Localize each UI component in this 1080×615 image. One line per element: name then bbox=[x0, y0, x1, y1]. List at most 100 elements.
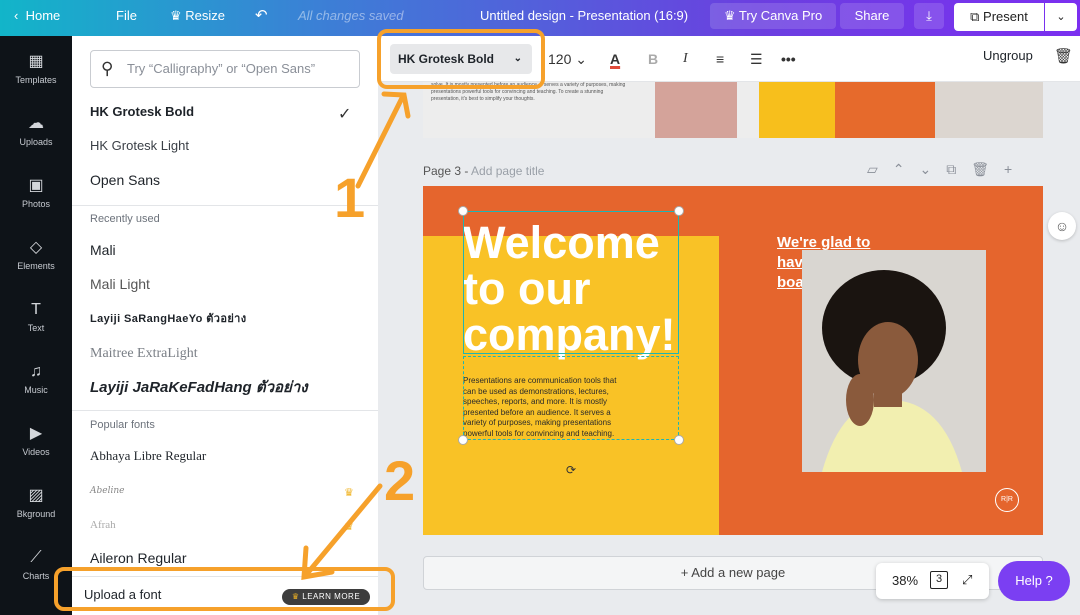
font-item-abhaya-libre[interactable]: Abhaya Libre Regular bbox=[90, 444, 360, 468]
group-selection-box bbox=[463, 356, 679, 440]
italic-icon[interactable]: I bbox=[683, 48, 688, 70]
crown-icon: ♛ bbox=[723, 8, 736, 23]
divider bbox=[72, 410, 378, 411]
zoom-level[interactable]: 38% bbox=[892, 573, 918, 588]
font-size-dropdown[interactable]: 120 ⌄ bbox=[548, 48, 587, 70]
font-item-maitree-extralight[interactable]: Maitree ExtraLight bbox=[90, 342, 360, 366]
highlight-font-dropdown bbox=[377, 29, 545, 89]
chevron-down-icon: ⌄ bbox=[1056, 11, 1066, 23]
ungroup-button[interactable]: Ungroup bbox=[983, 48, 1033, 63]
chevron-down-icon: ⌄ bbox=[575, 51, 587, 67]
photos-icon: ▣ bbox=[28, 177, 44, 194]
popular-fonts-label: Popular fonts bbox=[90, 419, 155, 431]
logo-badge: R|R bbox=[995, 488, 1019, 512]
nav-videos[interactable]: ▶ Videos bbox=[0, 424, 72, 457]
nav-text[interactable]: T Text bbox=[0, 300, 72, 333]
resize-button[interactable]: ♛ Resize bbox=[170, 0, 225, 31]
try-canva-pro-button[interactable]: ♛ Try Canva Pro bbox=[710, 3, 836, 29]
photo-thumbnail bbox=[935, 82, 1043, 138]
font-item-afrah[interactable]: Afrah bbox=[90, 513, 360, 537]
page-3-header: Page 3 - Add page title bbox=[423, 164, 545, 178]
nav-photos[interactable]: ▣ Photos bbox=[0, 176, 72, 209]
upload-cloud-icon: ☁ bbox=[28, 115, 44, 132]
font-search-input[interactable]: ⚲ Try “Calligraphy” or “Open Sans” bbox=[90, 50, 360, 88]
zoom-controls: 38% 3 ⤢ bbox=[876, 563, 989, 599]
resize-handle[interactable] bbox=[674, 435, 684, 445]
templates-icon: ▦ bbox=[28, 53, 44, 70]
save-status: All changes saved bbox=[298, 8, 404, 23]
add-comment-icon[interactable]: ☺ bbox=[1048, 212, 1076, 240]
portrait-illustration bbox=[802, 250, 986, 472]
font-panel: ⚲ Try “Calligraphy” or “Open Sans” HK Gr… bbox=[72, 36, 378, 615]
font-item-mali[interactable]: Mali bbox=[90, 238, 360, 262]
elements-icon: ◇ bbox=[29, 239, 43, 256]
font-item-abeline[interactable]: Abeline bbox=[90, 479, 360, 503]
resize-handle[interactable] bbox=[458, 435, 468, 445]
duplicate-icon[interactable]: ⧉ bbox=[946, 161, 971, 177]
page-actions: ▱⌃⌄⧉🗑+ bbox=[867, 161, 1027, 178]
text-color-icon[interactable]: A bbox=[610, 48, 620, 70]
chevron-up-icon[interactable]: ⌃ bbox=[893, 161, 920, 177]
step-number-two: 2 bbox=[384, 449, 416, 512]
nav-background[interactable]: ▨ Bkground bbox=[0, 486, 72, 519]
search-icon: ⚲ bbox=[101, 59, 114, 78]
page-2-preview[interactable]: solve. It is mostly presented before an … bbox=[423, 82, 1043, 138]
resize-handle[interactable] bbox=[674, 206, 684, 216]
chevron-left-icon: ‹ bbox=[14, 8, 19, 23]
photo-thumbnail bbox=[655, 82, 737, 138]
nav-templates[interactable]: ▦ Templates bbox=[0, 52, 72, 85]
download-icon[interactable]: ⤓ bbox=[914, 3, 944, 29]
text-icon: T bbox=[31, 301, 41, 318]
crown-icon: ♛ bbox=[344, 521, 354, 533]
font-item-mali-light[interactable]: Mali Light bbox=[90, 272, 360, 296]
present-dropdown[interactable]: ⌄ bbox=[1045, 3, 1077, 31]
font-item-layiji-jarake[interactable]: Layiji JaRaKeFadHang ตัวอย่าง bbox=[90, 376, 360, 400]
nav-music[interactable]: ♫ Music bbox=[0, 362, 72, 395]
slide-canvas[interactable]: Welcome to our company! Presentations ar… bbox=[423, 186, 1043, 535]
file-menu[interactable]: File bbox=[116, 0, 137, 31]
video-icon: ▶ bbox=[29, 425, 43, 442]
crown-icon: ♛ bbox=[344, 487, 354, 499]
note-icon[interactable]: ▱ bbox=[867, 161, 893, 177]
align-icon[interactable]: ≡ bbox=[716, 48, 724, 70]
background-icon: ▨ bbox=[28, 487, 44, 504]
fullscreen-icon[interactable]: ⤢ bbox=[962, 572, 972, 588]
step-number-one: 1 bbox=[334, 166, 366, 229]
arrow-1-head bbox=[381, 91, 411, 119]
left-nav: ▦ Templates ☁ Uploads ▣ Photos ◇ Elements TT… bbox=[0, 36, 72, 615]
charts-icon: ⟋ bbox=[30, 549, 42, 566]
crown-icon: ♛ bbox=[170, 8, 182, 23]
music-icon: ♫ bbox=[30, 363, 42, 380]
add-icon[interactable]: + bbox=[1004, 161, 1027, 177]
document-title[interactable]: Untitled design - Presentation (16:9) bbox=[480, 0, 688, 31]
page-count-badge[interactable]: 3 bbox=[930, 571, 948, 589]
chevron-down-icon[interactable]: ⌄ bbox=[920, 161, 947, 177]
present-icon: ⧉ bbox=[970, 9, 980, 24]
nav-uploads[interactable]: ☁ Uploads bbox=[0, 114, 72, 147]
font-item-layiji-sarang[interactable]: Layiji SaRangHaeYo ตัวอย่าง bbox=[90, 307, 360, 331]
divider bbox=[72, 205, 378, 206]
trash-icon[interactable]: 🗑 bbox=[1054, 46, 1073, 68]
add-page-title-link[interactable]: Add page title bbox=[471, 164, 544, 178]
selection-box bbox=[463, 211, 679, 354]
list-icon[interactable]: ☰ bbox=[750, 48, 763, 70]
highlight-upload-font bbox=[54, 567, 395, 611]
resize-handle[interactable] bbox=[458, 206, 468, 216]
share-button[interactable]: Share bbox=[840, 3, 904, 29]
help-button[interactable]: Help ? bbox=[998, 561, 1070, 601]
bold-icon[interactable]: B bbox=[648, 48, 658, 70]
rotate-icon[interactable]: ⟳ bbox=[563, 462, 579, 478]
color-block bbox=[759, 82, 835, 138]
present-button[interactable]: ⧉ Present bbox=[954, 3, 1044, 31]
more-options-icon[interactable]: ••• bbox=[781, 48, 796, 70]
font-item-open-sans[interactable]: Open Sans bbox=[90, 168, 360, 192]
photo-thumbnail bbox=[835, 82, 935, 138]
trash-icon[interactable]: 🗑 bbox=[971, 161, 1004, 177]
undo-icon[interactable]: ↶ bbox=[255, 0, 268, 31]
portrait-photo[interactable] bbox=[802, 250, 986, 472]
nav-elements[interactable]: ◇ Elements bbox=[0, 238, 72, 271]
font-item-hk-grotesk-light[interactable]: HK Grotesk Light bbox=[90, 134, 360, 158]
home-button[interactable]: ‹ Home bbox=[14, 0, 60, 31]
checkmark-icon: ✓ bbox=[338, 106, 352, 123]
font-item-hk-grotesk-bold[interactable]: HK Grotesk Bold bbox=[90, 100, 360, 124]
